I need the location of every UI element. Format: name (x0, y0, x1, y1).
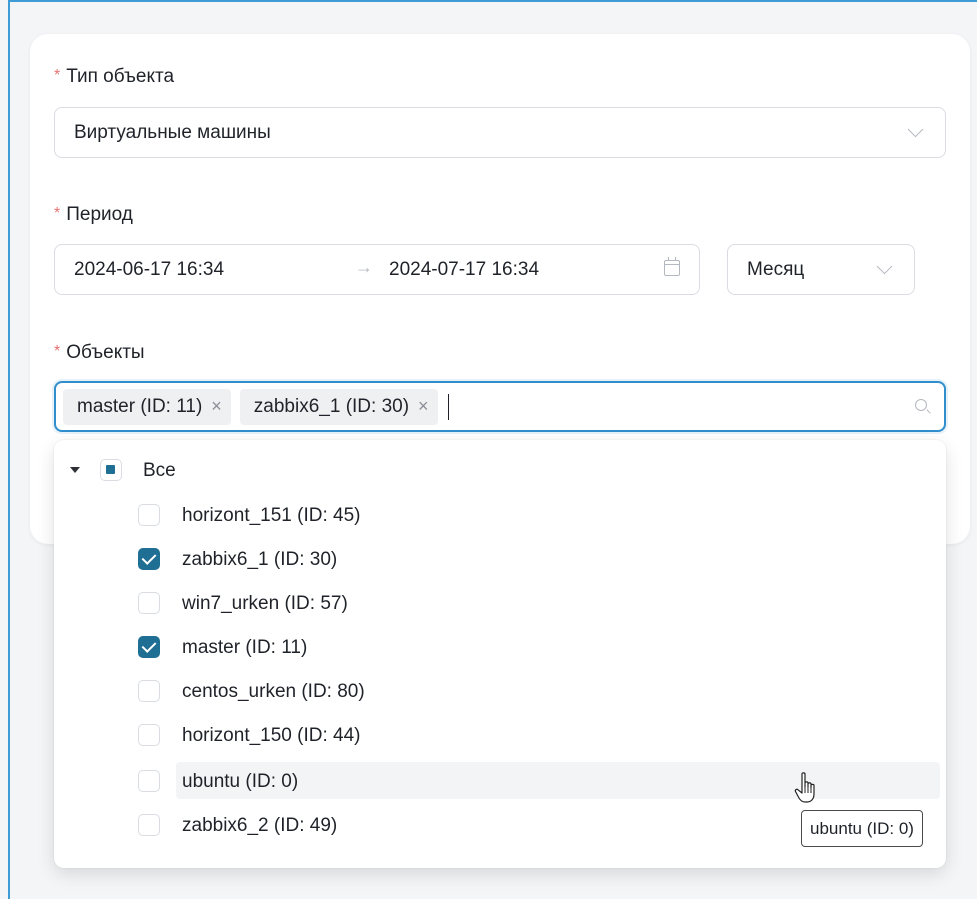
date-range-picker[interactable]: 2024-06-17 16:34 → 2024-07-17 16:34 (54, 244, 700, 295)
period-granularity-value: Месяц (747, 258, 805, 280)
hand-pointer-icon (794, 772, 815, 803)
search-icon (915, 399, 927, 411)
objects-multiselect[interactable]: master (ID: 11) × zabbix6_1 (ID: 30) × (54, 381, 946, 432)
list-item[interactable]: zabbix6_1 (ID: 30) (54, 540, 946, 578)
required-mark: * (54, 67, 61, 84)
selected-tag: zabbix6_1 (ID: 30) × (239, 388, 438, 425)
required-mark: * (54, 205, 61, 222)
period-label: * Период (54, 204, 133, 225)
checkbox[interactable] (138, 636, 160, 658)
tree-node-all[interactable]: Все (54, 452, 946, 488)
end-date-input[interactable]: 2024-07-17 16:34 (389, 259, 539, 281)
checkbox[interactable] (138, 548, 160, 570)
tooltip: ubuntu (ID: 0) (801, 810, 923, 847)
close-icon[interactable]: × (418, 396, 429, 417)
tree-node-label: Все (143, 460, 176, 481)
checkbox[interactable] (138, 592, 160, 614)
checkbox[interactable] (138, 724, 160, 746)
close-icon[interactable]: × (211, 396, 222, 417)
objects-label: * Объекты (54, 342, 145, 363)
required-mark: * (54, 343, 61, 360)
caret-down-icon[interactable] (70, 467, 80, 473)
checkbox-all[interactable] (100, 459, 122, 481)
list-item[interactable]: horizont_150 (ID: 44) (54, 716, 946, 754)
checkbox[interactable] (138, 814, 160, 836)
selected-tag: master (ID: 11) × (63, 388, 231, 425)
checkbox[interactable] (138, 680, 160, 702)
list-item[interactable]: win7_urken (ID: 57) (54, 584, 946, 622)
list-item[interactable]: centos_urken (ID: 80) (54, 672, 946, 710)
chevron-down-icon (907, 121, 924, 138)
chevron-down-icon (876, 258, 893, 275)
list-item[interactable]: master (ID: 11) (54, 628, 946, 666)
object-type-value: Виртуальные машины (74, 121, 271, 143)
list-item[interactable]: horizont_151 (ID: 45) (54, 496, 946, 534)
period-granularity-select[interactable]: Месяц (727, 244, 915, 295)
object-type-select[interactable]: Виртуальные машины (54, 107, 946, 158)
object-type-label: * Тип объекта (54, 66, 175, 87)
calendar-icon[interactable] (664, 257, 680, 276)
start-date-input[interactable]: 2024-06-17 16:34 (74, 259, 224, 281)
text-caret (447, 393, 450, 420)
checkbox[interactable] (138, 770, 160, 792)
checkbox[interactable] (138, 504, 160, 526)
arrow-right-icon: → (355, 257, 373, 277)
